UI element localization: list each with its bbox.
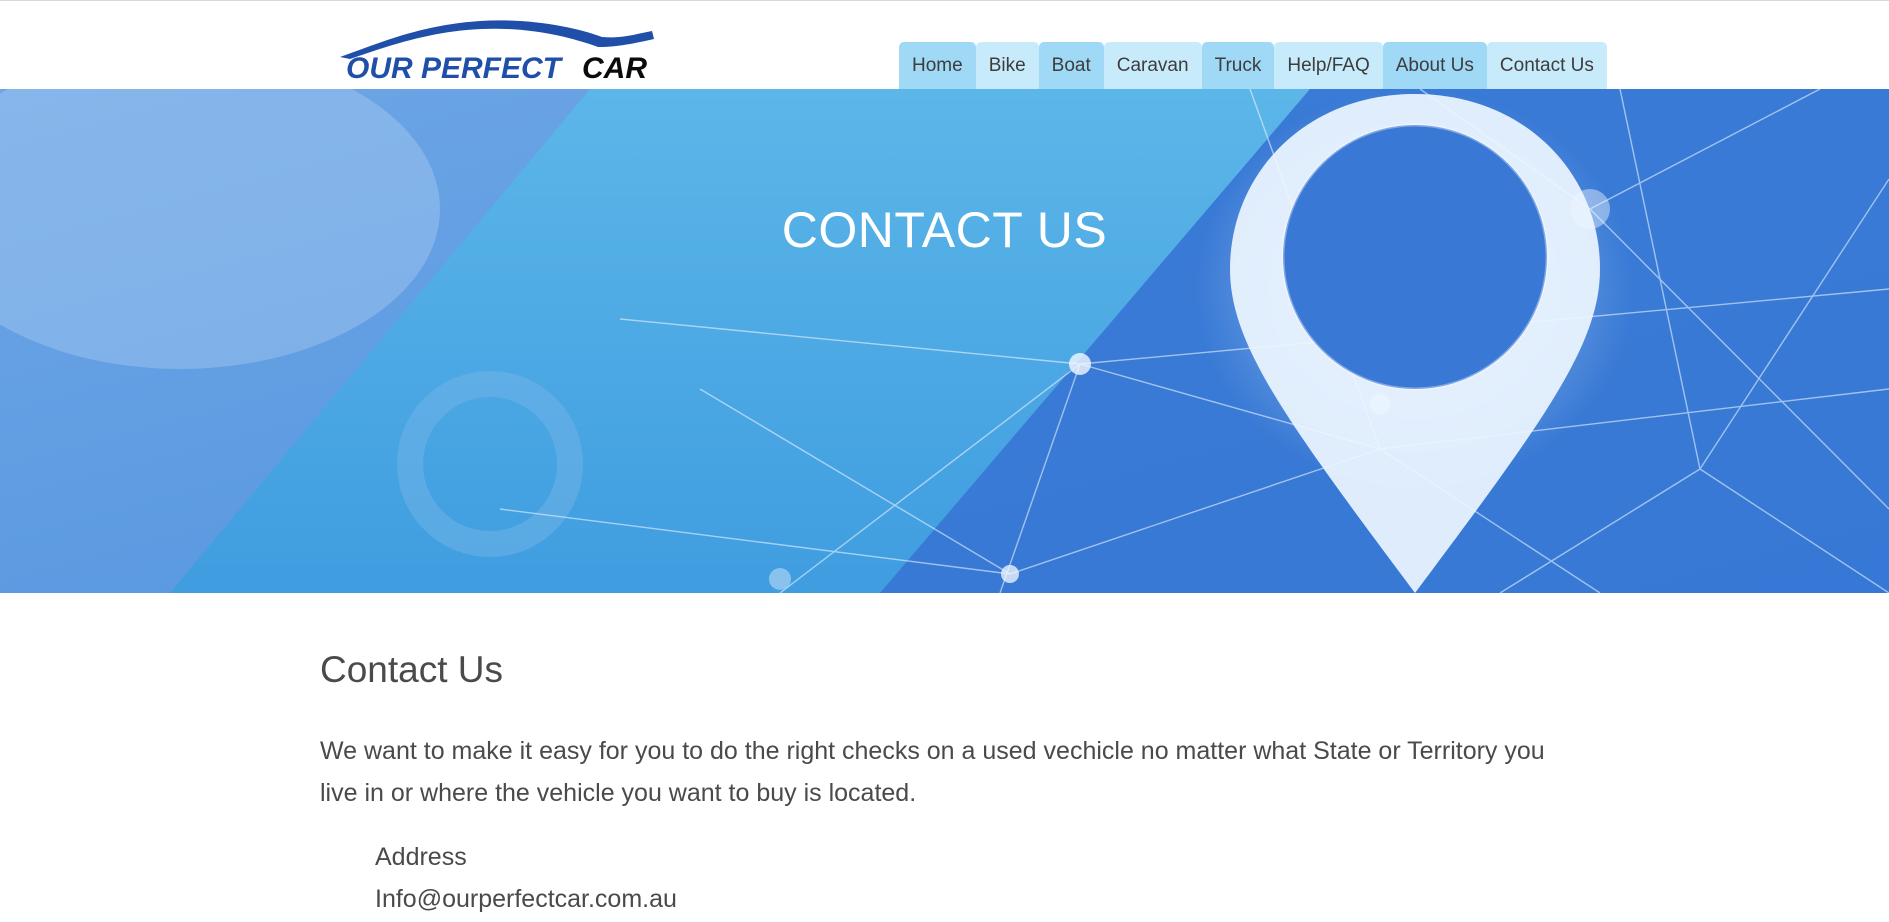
site-logo[interactable]: OUR PERFECT CAR bbox=[340, 15, 656, 81]
email-link[interactable]: Info@ourperfectcar.com.au bbox=[375, 885, 677, 913]
address-label: Address bbox=[375, 843, 467, 872]
main-content: Contact Us We want to make it easy for y… bbox=[320, 648, 1580, 920]
page-title: Contact Us bbox=[320, 649, 504, 690]
nav-item-about-us[interactable]: About Us bbox=[1382, 42, 1487, 89]
main-nav: Home Bike Boat Caravan Truck Help/FAQ Ab… bbox=[899, 42, 1607, 89]
intro-paragraph: We want to make it easy for you to do th… bbox=[320, 737, 1545, 808]
nav-item-truck[interactable]: Truck bbox=[1201, 42, 1275, 89]
logo-text-black: CAR bbox=[582, 52, 647, 81]
nav-item-boat[interactable]: Boat bbox=[1038, 42, 1104, 89]
hero-background bbox=[0, 89, 1889, 593]
nav-item-caravan[interactable]: Caravan bbox=[1103, 42, 1202, 89]
nav-item-contact-us[interactable]: Contact Us bbox=[1486, 42, 1607, 89]
site-header: OUR PERFECT CAR Home Bike Boat Caravan T… bbox=[0, 1, 1889, 89]
hero-title: CONTACT US bbox=[781, 202, 1108, 258]
contact-info: Address Info@ourperfectcar.com.au bbox=[375, 836, 1580, 920]
hero-banner: CONTACT US bbox=[0, 89, 1889, 593]
logo-text-blue: OUR PERFECT bbox=[346, 52, 564, 81]
nav-item-home[interactable]: Home bbox=[899, 42, 976, 89]
nav-item-bike[interactable]: Bike bbox=[975, 42, 1039, 89]
nav-item-help-faq[interactable]: Help/FAQ bbox=[1274, 42, 1383, 89]
car-logo-icon: OUR PERFECT CAR bbox=[340, 20, 654, 81]
